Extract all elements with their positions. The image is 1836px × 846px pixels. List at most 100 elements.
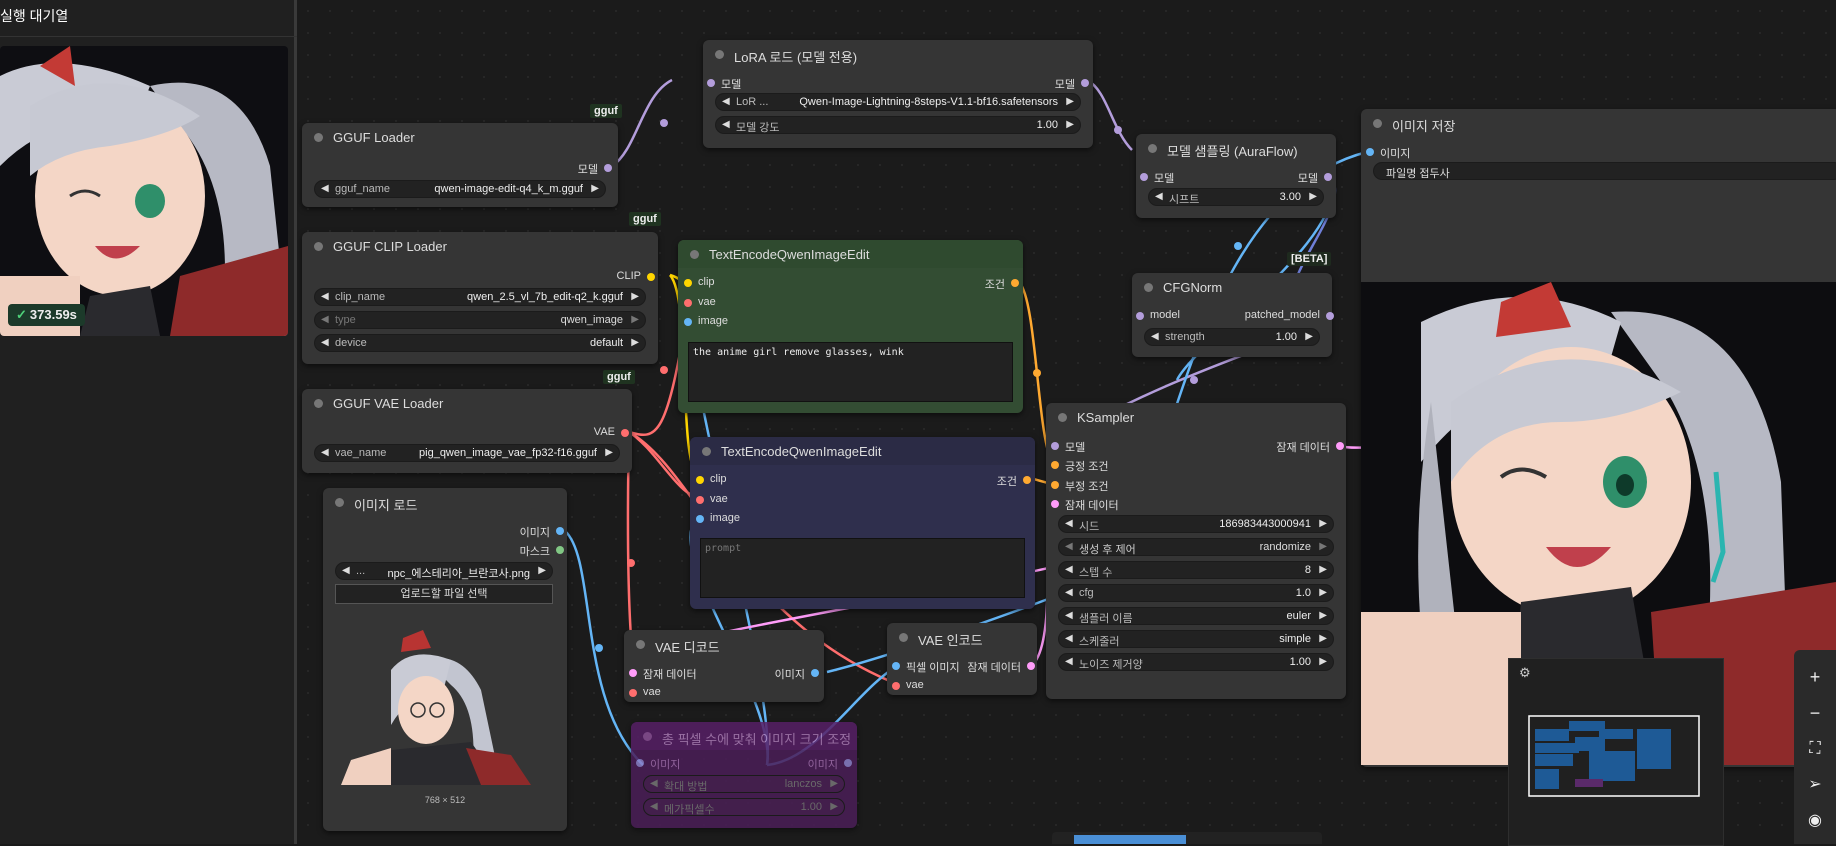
port-dot[interactable] (1140, 173, 1148, 181)
port-dot[interactable] (1023, 476, 1031, 484)
port-dot[interactable] (1051, 500, 1059, 508)
node-title-bar[interactable]: TextEncodeQwenImageEdit (690, 437, 1035, 465)
widget-type[interactable]: ◀ type qwen_image ▶ (314, 311, 646, 329)
decrement-arrow-icon[interactable]: ◀ (1065, 541, 1073, 552)
port-dot[interactable] (1326, 312, 1334, 320)
input-model[interactable]: 모델 (1140, 170, 1174, 186)
collapse-dot[interactable] (1058, 413, 1067, 422)
widget-megapixels[interactable]: ◀ 메가픽셀수 1.00 ▶ (643, 798, 845, 816)
increment-arrow-icon[interactable]: ▶ (1319, 633, 1327, 644)
port-dot[interactable] (1051, 481, 1059, 489)
increment-arrow-icon[interactable]: ▶ (1319, 656, 1327, 667)
widget-sampler-name[interactable]: ◀ 샘플러 이름 euler ▶ (1058, 607, 1334, 625)
node-image-scale-megapixels[interactable]: 총 픽셀 수에 맞춰 이미지 크기 조정 이미지 이미지 ◀ 확대 방법 lancz… (631, 722, 857, 828)
widget-scheduler[interactable]: ◀ 스케줄러 simple ▶ (1058, 630, 1334, 648)
node-text-encode-negative[interactable]: TextEncodeQwenImageEdit clip vae image 조… (690, 437, 1035, 609)
node-gguf-clip-loader[interactable]: GGUF CLIP Loader CLIP ◀ clip_name qwen_2.5… (302, 232, 658, 364)
widget-strength[interactable]: ◀ strength 1.00 ▶ (1144, 328, 1320, 346)
upload-file-button[interactable]: 업로드할 파일 선택 (335, 584, 553, 604)
node-title-bar[interactable]: 이미지 저장 (1361, 109, 1836, 137)
input-positive[interactable]: 긍정 조건 (1051, 458, 1109, 474)
decrement-arrow-icon[interactable]: ◀ (321, 337, 329, 348)
widget-denoise[interactable]: ◀ 노이즈 제거양 1.00 ▶ (1058, 653, 1334, 671)
port-dot[interactable] (636, 759, 644, 767)
output-vae[interactable]: VAE (594, 426, 629, 438)
increment-arrow-icon[interactable]: ▶ (1066, 96, 1074, 107)
widget-clip-name[interactable]: ◀ clip_name qwen_2.5_vl_7b_edit-q2_k.gguf ▶ (314, 288, 646, 306)
prompt-textarea[interactable]: the anime girl remove glasses, wink (688, 342, 1013, 402)
input-vae[interactable]: vae (892, 679, 924, 691)
node-title-bar[interactable]: LoRA 로드 (모델 전용) (703, 40, 1093, 68)
decrement-arrow-icon[interactable]: ◀ (1155, 191, 1163, 202)
widget-device[interactable]: ◀ device default ▶ (314, 334, 646, 352)
decrement-arrow-icon[interactable]: ◀ (1065, 518, 1073, 529)
increment-arrow-icon[interactable]: ▶ (1319, 587, 1327, 598)
port-dot[interactable] (696, 496, 704, 504)
increment-arrow-icon[interactable]: ▶ (631, 314, 639, 325)
port-dot[interactable] (892, 682, 900, 690)
collapse-dot[interactable] (1373, 119, 1382, 128)
input-model[interactable]: 모델 (1051, 439, 1085, 455)
port-dot[interactable] (647, 273, 655, 281)
collapse-dot[interactable] (1144, 283, 1153, 292)
output-image[interactable]: 이미지 (808, 756, 852, 772)
widget-vae-name[interactable]: ◀ vae_name pig_qwen_image_vae_fp32-f16.ggu… (314, 444, 620, 462)
widget-upscale-method[interactable]: ◀ 확대 방법 lanczos ▶ (643, 775, 845, 793)
increment-arrow-icon[interactable]: ▶ (830, 778, 838, 789)
collapse-dot[interactable] (314, 133, 323, 142)
decrement-arrow-icon[interactable]: ◀ (321, 314, 329, 325)
node-cfgnorm[interactable]: CFGNorm model patched_model ◀ strength 1.0… (1132, 273, 1334, 357)
node-title-bar[interactable]: 모델 샘플링 (AuraFlow) (1136, 134, 1336, 162)
node-load-image[interactable]: 이미지 로드 이미지 마스크 ◀... npc_에스테리아_브란코사.png ▶ 업… (323, 488, 567, 831)
decrement-arrow-icon[interactable]: ◀ (650, 778, 658, 789)
port-dot[interactable] (1051, 442, 1059, 450)
input-pixels[interactable]: 픽셀 이미지 (892, 659, 960, 675)
node-gguf-vae-loader[interactable]: GGUF VAE Loader VAE ◀ vae_name pig_qwen_im… (302, 389, 632, 473)
port-dot[interactable] (1081, 79, 1089, 87)
port-dot[interactable] (1366, 148, 1374, 156)
collapse-dot[interactable] (643, 732, 652, 741)
decrement-arrow-icon[interactable]: ◀ (1065, 610, 1073, 621)
input-latent[interactable]: 잠재 데이터 (1051, 497, 1119, 513)
collapse-dot[interactable] (899, 633, 908, 642)
visibility-icon[interactable]: ◉ (1803, 809, 1827, 833)
collapse-dot[interactable] (314, 399, 323, 408)
increment-arrow-icon[interactable]: ▶ (1319, 564, 1327, 575)
input-image[interactable]: image (684, 315, 728, 327)
port-dot[interactable] (629, 689, 637, 697)
collapse-dot[interactable] (702, 447, 711, 456)
input-vae[interactable]: vae (629, 686, 661, 698)
port-dot[interactable] (811, 669, 819, 677)
port-dot[interactable] (696, 476, 704, 484)
output-patched-model[interactable]: patched_model (1245, 309, 1334, 321)
node-title-bar[interactable]: 총 픽셀 수에 맞춰 이미지 크기 조정 (631, 722, 857, 750)
node-vae-encode[interactable]: VAE 인코드 픽셀 이미지 vae 잠재 데이터 (887, 623, 1037, 695)
widget-cfg[interactable]: ◀ cfg 1.0 ▶ (1058, 584, 1334, 602)
port-dot[interactable] (1324, 173, 1332, 181)
port-dot[interactable] (1136, 312, 1144, 320)
decrement-arrow-icon[interactable]: ◀ (1151, 331, 1159, 342)
decrement-arrow-icon[interactable]: ◀ (650, 801, 658, 812)
port-dot[interactable] (684, 279, 692, 287)
increment-arrow-icon[interactable]: ▶ (591, 183, 599, 194)
decrement-arrow-icon[interactable]: ◀ (342, 565, 350, 576)
output-clip[interactable]: CLIP (617, 270, 655, 282)
input-model[interactable]: model (1136, 309, 1180, 321)
node-title-bar[interactable]: TextEncodeQwenImageEdit (678, 240, 1023, 268)
collapse-dot[interactable] (1148, 144, 1157, 153)
widget-filename-prefix[interactable]: 파일명 접두사 (1373, 162, 1836, 180)
collapse-dot[interactable] (690, 250, 699, 259)
widget-control-after-generate[interactable]: ◀ 생성 후 제어 randomize ▶ (1058, 538, 1334, 556)
port-dot[interactable] (684, 299, 692, 307)
node-gguf-loader[interactable]: GGUF Loader 모델 ◀ gguf_name qwen-image-edit… (302, 123, 618, 207)
collapse-dot[interactable] (314, 242, 323, 251)
widget-image-file[interactable]: ◀... npc_에스테리아_브란코사.png ▶ (335, 562, 553, 580)
decrement-arrow-icon[interactable]: ◀ (321, 291, 329, 302)
output-mask[interactable]: 마스크 (520, 543, 564, 559)
port-dot[interactable] (629, 669, 637, 677)
decrement-arrow-icon[interactable]: ◀ (321, 183, 329, 194)
node-title-bar[interactable]: GGUF Loader (302, 123, 618, 151)
fit-view-icon[interactable]: ⛶ (1803, 737, 1827, 761)
port-dot[interactable] (1336, 442, 1344, 450)
port-dot[interactable] (556, 546, 564, 554)
